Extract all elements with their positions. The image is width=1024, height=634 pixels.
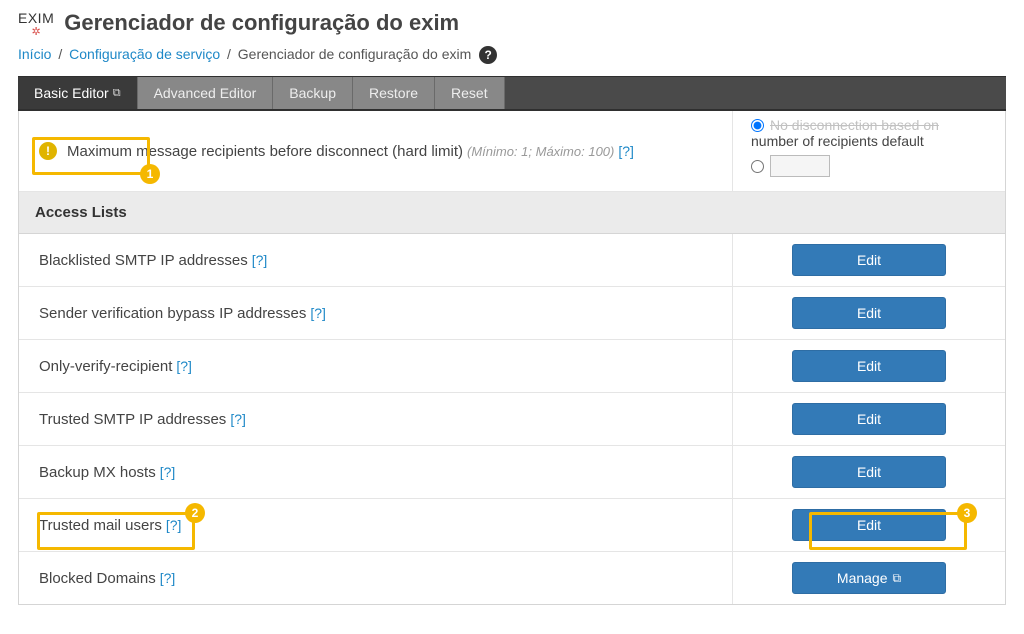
help-link[interactable]: [?] bbox=[176, 358, 192, 374]
breadcrumb-home[interactable]: Início bbox=[18, 46, 51, 62]
tab-restore[interactable]: Restore bbox=[353, 77, 435, 109]
tab-reset[interactable]: Reset bbox=[435, 77, 505, 109]
exim-logo: EXIM ✲ bbox=[18, 10, 54, 38]
setting-label: Sender verification bypass IP addresses bbox=[39, 305, 306, 322]
breadcrumb-current: Gerenciador de configuração do exim bbox=[238, 46, 471, 62]
help-link[interactable]: [?] bbox=[160, 570, 176, 586]
setting-row-blacklisted-smtp: Blacklisted SMTP IP addresses [?] Edit bbox=[19, 234, 1005, 287]
setting-label: Only-verify-recipient bbox=[39, 358, 172, 375]
setting-label: Maximum message recipients before discon… bbox=[67, 143, 463, 160]
help-link[interactable]: [?] bbox=[166, 517, 182, 533]
setting-label: Backup MX hosts bbox=[39, 464, 156, 481]
tab-label: Basic Editor bbox=[34, 85, 109, 101]
help-link[interactable]: [?] bbox=[252, 252, 268, 268]
tab-backup[interactable]: Backup bbox=[273, 77, 353, 109]
edit-button[interactable]: Edit bbox=[792, 509, 946, 541]
edit-button[interactable]: Edit bbox=[792, 403, 946, 435]
tab-advanced-editor[interactable]: Advanced Editor bbox=[138, 77, 274, 109]
setting-row-sender-verification-bypass: Sender verification bypass IP addresses … bbox=[19, 287, 1005, 340]
setting-label: Trusted SMTP IP addresses bbox=[39, 411, 226, 428]
setting-row-trusted-mail-users: Trusted mail users [?] Edit bbox=[19, 499, 1005, 552]
help-link[interactable]: [?] bbox=[310, 305, 326, 321]
edit-button[interactable]: Edit bbox=[792, 297, 946, 329]
radio-label-line2: number of recipients bbox=[751, 133, 878, 149]
logo-text: EXIM bbox=[18, 10, 54, 26]
edit-button[interactable]: Edit bbox=[792, 456, 946, 488]
setting-label: Blocked Domains bbox=[39, 570, 156, 587]
setting-label: Trusted mail users bbox=[39, 517, 162, 534]
external-link-icon: ⧉ bbox=[893, 571, 902, 586]
help-link[interactable]: [?] bbox=[160, 464, 176, 480]
gear-icon: ✲ bbox=[32, 27, 41, 38]
tabs-bar: Basic Editor ⧉ Advanced Editor Backup Re… bbox=[18, 76, 1006, 111]
default-label: default bbox=[882, 133, 924, 149]
setting-row-only-verify-recipient: Only-verify-recipient [?] Edit bbox=[19, 340, 1005, 393]
setting-label: Blacklisted SMTP IP addresses bbox=[39, 252, 248, 269]
tab-basic-editor[interactable]: Basic Editor ⧉ bbox=[18, 77, 138, 109]
breadcrumb: Início / Configuração de serviço / Geren… bbox=[0, 46, 1024, 76]
edit-button[interactable]: Edit bbox=[792, 350, 946, 382]
external-link-icon: ⧉ bbox=[113, 87, 121, 100]
page-title: Gerenciador de configuração do exim bbox=[64, 10, 459, 36]
setting-hint: (Mínimo: 1; Máximo: 100) bbox=[467, 144, 614, 159]
warning-icon: ! bbox=[39, 142, 57, 160]
radio-no-disconnect[interactable] bbox=[751, 119, 764, 132]
button-label: Manage bbox=[837, 570, 888, 586]
radio-custom-value[interactable] bbox=[751, 160, 764, 173]
breadcrumb-service-config[interactable]: Configuração de serviço bbox=[69, 46, 220, 62]
help-link[interactable]: [?] bbox=[230, 411, 246, 427]
section-header-access-lists: Access Lists bbox=[19, 192, 1005, 234]
help-icon[interactable]: ? bbox=[479, 46, 497, 64]
setting-row-max-recipients: ! Maximum message recipients before disc… bbox=[19, 111, 1005, 192]
setting-row-trusted-smtp: Trusted SMTP IP addresses [?] Edit bbox=[19, 393, 1005, 446]
custom-value-input[interactable] bbox=[770, 155, 830, 177]
help-link[interactable]: [?] bbox=[618, 143, 634, 159]
radio-label-line1: No disconnection based on bbox=[770, 117, 939, 133]
edit-button[interactable]: Edit bbox=[792, 244, 946, 276]
setting-row-blocked-domains: Blocked Domains [?] Manage ⧉ bbox=[19, 552, 1005, 604]
setting-row-backup-mx: Backup MX hosts [?] Edit bbox=[19, 446, 1005, 499]
manage-button[interactable]: Manage ⧉ bbox=[792, 562, 946, 594]
